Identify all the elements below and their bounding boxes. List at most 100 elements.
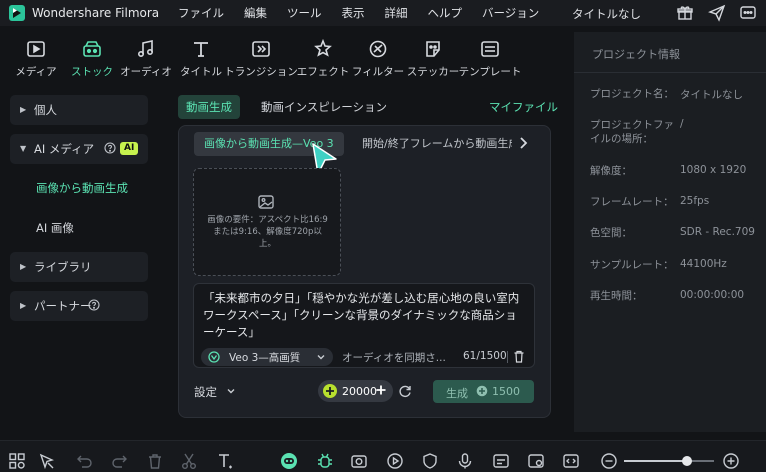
tab-video-inspiration[interactable]: 動画インスピレーション	[253, 95, 395, 119]
my-files-link[interactable]: マイファイル	[489, 99, 558, 115]
menu-file[interactable]: ファイル	[168, 0, 234, 26]
toolbar-media[interactable]: メディア	[14, 28, 58, 88]
ai-mate-icon[interactable]	[280, 452, 298, 470]
refresh-icon[interactable]	[398, 384, 412, 398]
send-icon[interactable]	[708, 4, 726, 22]
title-icon	[190, 38, 212, 60]
ai-badge: AI	[120, 142, 139, 155]
credit-coin-icon	[322, 383, 338, 399]
menu-bar: ファイル 編集 ツール 表示 詳細 ヘルプ バージョン	[168, 0, 549, 26]
menu-version[interactable]: バージョン	[472, 0, 549, 26]
info-value-duration: 00:00:00:00	[680, 289, 745, 301]
menu-help[interactable]: ヘルプ	[418, 0, 473, 26]
chevron-down-icon: ▼	[20, 144, 27, 153]
info-value-color-space: SDR - Rec.709	[680, 226, 755, 238]
play-icon[interactable]	[386, 452, 404, 470]
help-icon[interactable]	[104, 142, 116, 154]
info-value-file-location: /	[680, 118, 684, 130]
settings-label[interactable]: 設定	[194, 384, 217, 400]
menu-view[interactable]: 表示	[332, 0, 375, 26]
info-value-project-name: タイトルなし	[680, 89, 743, 101]
media-icon	[25, 38, 47, 60]
zoom-in-icon[interactable]	[722, 452, 740, 470]
sidebar-item-ai-media[interactable]: ▼ AI メディア AI	[10, 134, 148, 164]
project-info-header: プロジェクト情報	[592, 48, 680, 61]
stock-icon	[81, 38, 103, 60]
select-cursor-icon[interactable]	[38, 452, 56, 470]
redo-icon[interactable]	[110, 452, 128, 470]
subtab-start-end-frame[interactable]: 開始/終了フレームから動画生成	[352, 132, 512, 156]
toolbar-template[interactable]: テンプレート	[459, 28, 521, 88]
gift-icon[interactable]	[676, 4, 694, 22]
info-value-resolution: 1080 x 1920	[680, 164, 747, 176]
chevron-right-icon: ▶	[20, 301, 27, 310]
ai-bug-icon[interactable]	[316, 452, 334, 470]
picture-in-picture-icon[interactable]	[527, 452, 545, 470]
divider	[574, 72, 766, 73]
info-label-project-name: プロジェクト名：	[590, 88, 674, 100]
menu-edit[interactable]: 編集	[234, 0, 277, 26]
prompt-text: 「未来都市の夕日」「穏やかな光が差し込む居心地の良い室内ワークスペース」「クリー…	[203, 291, 520, 339]
effect-icon	[312, 38, 334, 60]
sidebar-item-image-to-video[interactable]: 画像から動画生成	[36, 180, 128, 196]
shield-icon[interactable]	[421, 452, 439, 470]
template-icon	[479, 38, 501, 60]
microphone-icon[interactable]	[456, 452, 474, 470]
audio-sync-option[interactable]: オーディオを同期さ...	[342, 350, 446, 365]
help-icon[interactable]	[88, 299, 100, 311]
chevron-right-icon: ▶	[20, 262, 27, 271]
toolbar-title[interactable]: タイトル	[180, 28, 222, 88]
undo-icon[interactable]	[76, 452, 94, 470]
layout-grid-icon[interactable]	[8, 452, 26, 470]
toolbar-stock[interactable]: ストック	[70, 28, 114, 88]
credit-coin-icon	[476, 385, 488, 397]
info-label-color-space: 色空間：	[590, 227, 632, 239]
filmora-logo-icon	[8, 4, 26, 22]
text-tool-icon[interactable]	[216, 452, 234, 470]
zoom-out-icon[interactable]	[600, 452, 618, 470]
dropzone-requirements: 画像の要件：アスペクト比16:9または9:16、解像度720p以上。	[207, 215, 328, 249]
sidebar-item-personal[interactable]: ▶ 個人	[10, 95, 148, 125]
info-label-duration: 再生時間：	[590, 290, 643, 302]
split-screen-icon[interactable]	[562, 452, 580, 470]
info-value-sample-rate: 44100Hz	[680, 258, 727, 270]
audio-icon	[135, 38, 157, 60]
toolbar-effect[interactable]: エフェクト	[297, 28, 349, 88]
toolbar-sticker[interactable]: ステッカー	[407, 28, 459, 88]
chevron-down-icon[interactable]	[226, 386, 236, 396]
subtitle-icon[interactable]	[492, 452, 510, 470]
zoom-slider-thumb[interactable]	[682, 456, 692, 466]
chevron-down-icon	[316, 352, 326, 362]
char-count: 61/1500	[463, 350, 507, 362]
delete-icon[interactable]	[146, 452, 164, 470]
add-credits-icon[interactable]	[375, 384, 387, 396]
info-label-file-location: プロジェクトファイルの場所：	[590, 119, 674, 145]
cut-icon[interactable]	[180, 452, 198, 470]
chevron-right-icon: ▶	[20, 105, 27, 114]
chevron-right-icon[interactable]	[516, 135, 530, 151]
toolbar-audio[interactable]: オーディオ	[120, 28, 172, 88]
veo-model-icon	[208, 351, 220, 363]
zoom-slider[interactable]	[624, 456, 714, 466]
menu-tools[interactable]: ツール	[277, 0, 332, 26]
toolbar-transition[interactable]: トランジション	[224, 28, 298, 88]
info-label-resolution: 解像度：	[590, 165, 632, 177]
ai-image-icon[interactable]	[350, 452, 368, 470]
feedback-icon[interactable]	[739, 4, 757, 22]
app-name: Wondershare Filmora	[32, 6, 160, 20]
image-upload-icon	[257, 193, 275, 211]
toolbar-filter[interactable]: フィルター	[352, 28, 404, 88]
info-value-frame-rate: 25fps	[680, 195, 710, 207]
project-title: タイトルなし	[572, 7, 641, 21]
zoom-slider-fill	[624, 460, 687, 462]
sidebar-item-partner[interactable]: ▶ パートナー	[10, 291, 148, 321]
sidebar-item-ai-image[interactable]: AI 画像	[36, 220, 74, 236]
credits-value: 20000	[342, 385, 377, 398]
menu-advanced[interactable]: 詳細	[375, 0, 418, 26]
info-label-frame-rate: フレームレート：	[590, 196, 674, 208]
tab-video-generation[interactable]: 動画生成	[178, 95, 240, 119]
subtab-start-end-frame-wrap: 開始/終了フレームから動画生成	[352, 132, 512, 156]
generate-cost: 1500	[492, 385, 520, 398]
trash-icon[interactable]	[513, 350, 525, 363]
sidebar-item-library[interactable]: ▶ ライブラリ	[10, 252, 148, 282]
